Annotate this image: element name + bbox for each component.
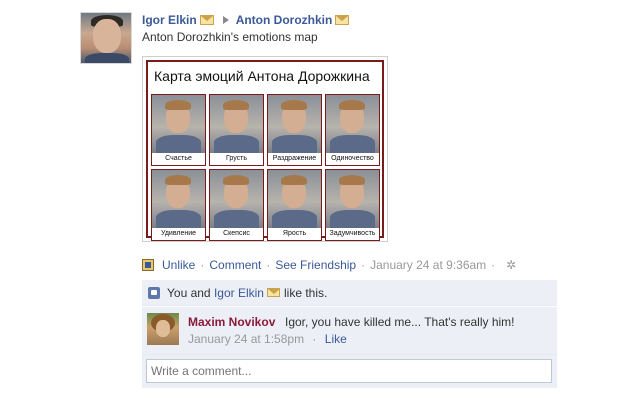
emotion-hair xyxy=(281,100,307,110)
emotion-body xyxy=(272,210,317,228)
emotion-caption: Скепсис xyxy=(210,228,263,240)
emotion-cell: Задумчивость xyxy=(325,169,380,241)
emotion-body xyxy=(272,135,317,153)
comment-like-link[interactable]: Like xyxy=(325,332,347,346)
see-friendship-link[interactable]: See Friendship xyxy=(275,258,356,272)
emotion-cell: Грусть xyxy=(209,94,264,166)
stream-icon xyxy=(142,259,154,271)
emotion-hair xyxy=(223,100,249,110)
emotion-cell: Удивление xyxy=(151,169,206,241)
comment-input[interactable] xyxy=(146,359,552,383)
emotion-caption: Грусть xyxy=(210,153,263,165)
comment-link[interactable]: Comment xyxy=(209,258,261,272)
comment-item: Maxim Novikov Igor, you have killed me..… xyxy=(142,306,557,354)
separator: · xyxy=(200,258,205,272)
separator: · xyxy=(361,258,366,272)
post-header: Igor Elkin Anton Dorozhkin xyxy=(142,12,350,28)
separator: · xyxy=(266,258,271,272)
photo-title: Карта эмоций Антона Дорожкина xyxy=(154,68,370,84)
post-actions: Unlike · Comment · See Friendship · Janu… xyxy=(142,258,516,272)
avatar-shirt xyxy=(85,53,129,63)
avatar-face xyxy=(93,19,121,53)
emotion-cell: Счастье xyxy=(151,94,206,166)
post-text: Anton Dorozhkin's emotions map xyxy=(142,30,318,44)
photo-frame: Карта эмоций Антона Дорожкина Счастье Гр… xyxy=(146,60,384,241)
emotion-cell: Скепсис xyxy=(209,169,264,241)
mail-icon[interactable] xyxy=(199,15,214,25)
likes-suffix: like this. xyxy=(283,285,328,300)
emotion-body xyxy=(214,135,259,153)
emotion-hair xyxy=(339,100,365,110)
emotion-body xyxy=(156,210,201,228)
likes-person-link[interactable]: Igor Elkin xyxy=(214,286,264,300)
emotion-caption: Ярость xyxy=(268,228,321,240)
author-link[interactable]: Igor Elkin xyxy=(142,13,197,27)
emotion-caption: Одиночество xyxy=(326,153,379,165)
emotion-cell: Раздражение xyxy=(267,94,322,166)
emotion-cell: Ярость xyxy=(267,169,322,241)
emotion-body xyxy=(214,210,259,228)
emotion-body xyxy=(156,135,201,153)
post-timestamp[interactable]: January 24 at 9:36am xyxy=(370,258,486,272)
separator: · xyxy=(312,332,317,346)
emotion-caption: Задумчивость xyxy=(326,228,379,240)
write-comment-box xyxy=(142,354,557,388)
emotion-hair xyxy=(339,175,365,185)
separator: · xyxy=(491,258,496,272)
emotion-caption: Раздражение xyxy=(268,153,321,165)
emotion-cell: Одиночество xyxy=(325,94,380,166)
emotion-body xyxy=(330,210,375,228)
likes-prefix: You and xyxy=(167,285,211,300)
feedback-panel: You and Igor Elkin like this. Maxim Novi… xyxy=(142,280,557,388)
comment-text: Igor, you have killed me... That's reall… xyxy=(285,315,515,329)
author-avatar[interactable] xyxy=(80,12,132,64)
unlike-link[interactable]: Unlike xyxy=(162,258,195,272)
emotion-grid: Счастье Грусть Раздражение Одиночество У… xyxy=(151,94,381,241)
emotion-hair xyxy=(165,175,191,185)
comment-meta: January 24 at 1:58pm · Like xyxy=(188,332,347,346)
emotion-body xyxy=(330,135,375,153)
gear-icon[interactable]: ✲ xyxy=(506,258,516,272)
emotion-caption: Счастье xyxy=(152,153,205,165)
thumbs-up-icon xyxy=(148,286,160,299)
arrow-right-icon xyxy=(222,16,229,24)
emotion-hair xyxy=(165,100,191,110)
emotion-hair xyxy=(281,175,307,185)
mail-icon[interactable] xyxy=(266,288,280,297)
recipient-link[interactable]: Anton Dorozhkin xyxy=(236,13,333,27)
mail-icon[interactable] xyxy=(335,15,350,25)
avatar-face xyxy=(156,320,170,337)
emotion-hair xyxy=(223,175,249,185)
commenter-name[interactable]: Maxim Novikov xyxy=(188,315,275,329)
emotion-caption: Удивление xyxy=(152,228,205,240)
comment-timestamp[interactable]: January 24 at 1:58pm xyxy=(188,332,304,346)
likes-summary: You and Igor Elkin like this. xyxy=(142,280,557,306)
photo-attachment[interactable]: Карта эмоций Антона Дорожкина Счастье Гр… xyxy=(142,56,388,242)
commenter-avatar[interactable] xyxy=(147,313,179,345)
